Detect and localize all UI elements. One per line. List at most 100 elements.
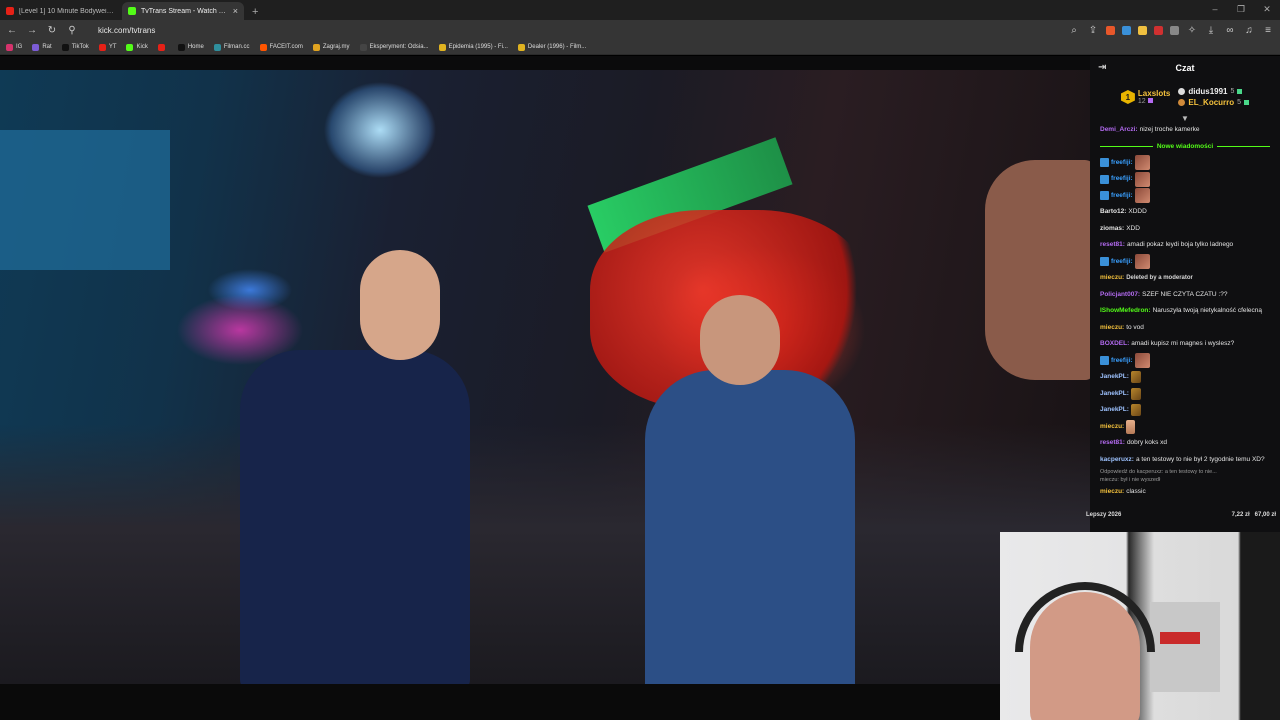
bookmark-item[interactable]: [157, 43, 168, 51]
expand-leaderboard-icon[interactable]: ▼: [1090, 114, 1280, 123]
chat-message[interactable]: mieczu:: [1100, 419, 1270, 436]
link-icon[interactable]: ∞: [1224, 25, 1236, 36]
deleted-message-text: Deleted by a moderator: [1126, 275, 1193, 282]
chat-message[interactable]: JanekPL:: [1100, 386, 1270, 403]
download-icon[interactable]: ⤓: [1205, 25, 1217, 36]
forward-icon[interactable]: →: [26, 25, 38, 36]
chat-message[interactable]: Policjant007: SZEF NIE CZYTA CZATU :??: [1100, 287, 1270, 304]
bookmark-item[interactable]: Kick: [126, 43, 148, 51]
tab-youtube[interactable]: [Level 1] 10 Minute Bodyweight Wo...: [0, 2, 122, 20]
stream-goal[interactable]: Lepszy 2026 7,22 zł 67,00 zł: [1082, 512, 1280, 518]
brave-shield-icon[interactable]: [1106, 25, 1115, 35]
zoom-icon[interactable]: ⌕: [1068, 25, 1080, 36]
chat-message[interactable]: Demi_Arczi: nizej troche kamerke: [1100, 122, 1270, 139]
chat-username[interactable]: freefiji:: [1111, 257, 1133, 267]
chat-username[interactable]: mieczu:: [1100, 273, 1124, 283]
chat-username[interactable]: mieczu:: [1100, 422, 1124, 432]
extension-red-icon[interactable]: [1154, 25, 1163, 35]
media-icon[interactable]: ♫: [1243, 25, 1255, 36]
chat-username[interactable]: kacperuxz:: [1100, 455, 1134, 465]
chat-username[interactable]: ziomas:: [1100, 224, 1124, 234]
extension-blue-icon[interactable]: [1122, 25, 1131, 35]
chat-username[interactable]: Policjant007:: [1100, 290, 1140, 300]
chat-username[interactable]: freefiji:: [1111, 158, 1133, 168]
chat-username[interactable]: mieczu:: [1100, 487, 1124, 497]
leaderboard-row[interactable]: didus1991 5: [1178, 87, 1249, 96]
minimize-icon[interactable]: –: [1202, 0, 1228, 18]
video-player[interactable]: [0, 70, 1090, 684]
reload-icon[interactable]: ↻: [46, 25, 58, 36]
bookmark-item[interactable]: Zagraj.my: [312, 43, 350, 51]
chat-username[interactable]: freefiji:: [1111, 174, 1133, 184]
divider-line: [1100, 146, 1153, 147]
bookmark-favicon-icon: [312, 43, 320, 51]
chat-username[interactable]: JanekPL:: [1100, 405, 1129, 415]
chat-message[interactable]: freefiji:: [1100, 353, 1270, 370]
share-icon[interactable]: ⇪: [1087, 25, 1099, 36]
chat-message[interactable]: ziomas: XDD: [1100, 221, 1270, 238]
bookmark-item[interactable]: TikTok: [61, 43, 89, 51]
chat-username[interactable]: JanekPL:: [1100, 372, 1129, 382]
collapse-chat-icon[interactable]: ⇥: [1098, 62, 1106, 73]
subscriber-badge-icon: [1100, 174, 1109, 184]
bookmark-favicon-icon: [61, 43, 69, 51]
bookmark-item[interactable]: FACEIT.com: [259, 43, 303, 51]
chat-username[interactable]: reset81:: [1100, 438, 1125, 448]
chat-message[interactable]: mieczu: to vod: [1100, 320, 1270, 337]
bookmark-label: Dealer (1996) - Film...: [527, 44, 587, 50]
chat-message[interactable]: freefiji:: [1100, 155, 1270, 172]
bookmark-item[interactable]: Dealer (1996) - Film...: [517, 43, 587, 51]
bookmark-item[interactable]: Eksperyment: Odsia...: [359, 43, 429, 51]
close-window-icon[interactable]: ✕: [1254, 0, 1280, 18]
subscriber-badge-icon: [1100, 257, 1109, 267]
extensions-puzzle-icon[interactable]: ✧: [1186, 25, 1198, 36]
bookmark-item[interactable]: IG: [6, 43, 22, 51]
chat-username[interactable]: freefiji:: [1111, 191, 1133, 201]
menu-icon[interactable]: ≡: [1262, 25, 1274, 36]
back-icon[interactable]: ←: [6, 25, 18, 36]
leaderboard-count: 5: [1237, 99, 1242, 106]
reply-preview[interactable]: Odpowiedź do kacperuxz: a ten testowy to…: [1100, 468, 1270, 484]
leaderboard-first[interactable]: 1 Laxslots 12: [1120, 89, 1170, 105]
bookmark-item[interactable]: Home: [177, 43, 204, 51]
site-info-icon[interactable]: ⚲: [66, 25, 78, 36]
chat-message[interactable]: BOXDEL: amadi kupisz mi magnes i wyslesz?: [1100, 336, 1270, 353]
chat-message[interactable]: freefiji:: [1100, 171, 1270, 188]
chat-message[interactable]: Barto12: XDDD: [1100, 204, 1270, 221]
leaderboard-row[interactable]: EL_Kocurro 5: [1178, 98, 1250, 107]
bookmark-item[interactable]: Filman.cc: [213, 43, 250, 51]
chat-message[interactable]: reset81: amadi pokaz leydi boja tylko lad…: [1100, 237, 1270, 254]
chat-message[interactable]: reset81: dobry koks xd: [1100, 435, 1270, 452]
chat-message[interactable]: mieczu: classic: [1100, 484, 1270, 501]
chat-username[interactable]: JanekPL:: [1100, 389, 1129, 399]
chat-username[interactable]: mieczu:: [1100, 323, 1124, 333]
chat-message[interactable]: kacperuxz: a ten testowy to nie był 2 tyg…: [1100, 452, 1270, 469]
close-tab-icon[interactable]: ×: [233, 6, 238, 16]
chat-message[interactable]: JanekPL:: [1100, 402, 1270, 419]
extension-yellow-icon[interactable]: [1138, 25, 1147, 35]
chat-message[interactable]: IShowMefedron: Naruszyła twoją nietykalno…: [1100, 303, 1270, 320]
chat-username[interactable]: Barto12:: [1100, 207, 1126, 217]
chat-username[interactable]: reset81:: [1100, 240, 1125, 250]
bookmark-favicon-icon: [98, 43, 106, 51]
chat-username[interactable]: Demi_Arczi:: [1100, 125, 1138, 135]
url-field[interactable]: kick.com/tvtrans: [98, 26, 1060, 35]
kick-favicon-icon: [128, 7, 136, 15]
chat-username[interactable]: IShowMefedron:: [1100, 306, 1151, 316]
chat-message[interactable]: JanekPL:: [1100, 369, 1270, 386]
bookmark-item[interactable]: Epidemia (1995) - Fi...: [438, 43, 508, 51]
chat-message[interactable]: freefiji:: [1100, 254, 1270, 271]
leaderboard-others: didus1991 5 EL_Kocurro 5: [1178, 87, 1250, 107]
tab-kick[interactable]: TvTrans Stream - Watch Live o... ×: [122, 2, 244, 20]
chat-message[interactable]: mieczu: Deleted by a moderator: [1100, 270, 1270, 287]
bookmark-item[interactable]: YT: [98, 43, 116, 51]
chat-username[interactable]: BOXDEL:: [1100, 339, 1129, 349]
new-tab-button[interactable]: +: [244, 6, 266, 20]
video-scene-person-head: [700, 295, 780, 385]
extension-gray-icon[interactable]: [1170, 25, 1179, 35]
chat-message[interactable]: freefiji:: [1100, 188, 1270, 205]
subscriber-badge-icon: [1100, 158, 1109, 168]
chat-username[interactable]: freefiji:: [1111, 356, 1133, 366]
bookmark-item[interactable]: Rat: [32, 43, 52, 51]
maximize-icon[interactable]: ❐: [1228, 0, 1254, 18]
